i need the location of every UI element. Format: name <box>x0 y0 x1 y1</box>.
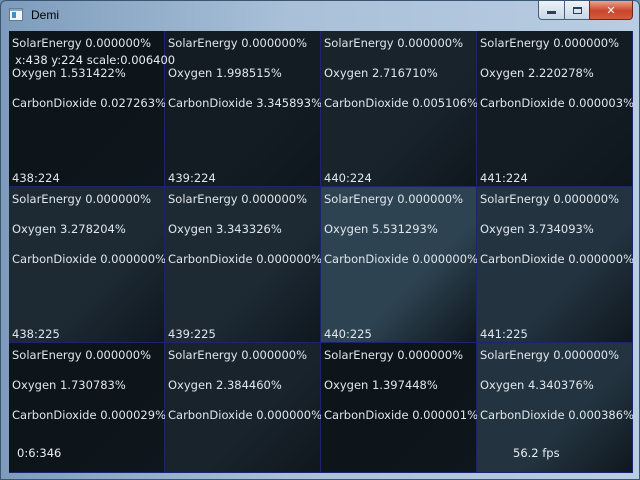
cell-coordinate: 439:225 <box>168 327 216 341</box>
cell-grid: SolarEnergy 0.000000% Oxygen 1.531422% Car… <box>9 31 633 473</box>
solar-energy-value: SolarEnergy 0.000000% <box>324 36 464 50</box>
grid-cell[interactable]: SolarEnergy 0.000000% Oxygen 2.384460% Car… <box>165 343 322 473</box>
simulation-canvas[interactable]: SolarEnergy 0.000000% Oxygen 1.531422% Car… <box>9 31 633 473</box>
oxygen-value: Oxygen 1.397448% <box>324 378 438 392</box>
minimize-icon <box>547 11 556 14</box>
oxygen-value: Oxygen 1.531422% <box>12 66 126 80</box>
grid-cell[interactable]: SolarEnergy 0.000000% Oxygen 3.278204% Car… <box>9 187 166 343</box>
solar-energy-value: SolarEnergy 0.000000% <box>168 192 308 206</box>
oxygen-value: Oxygen 2.716710% <box>324 66 438 80</box>
solar-energy-value: SolarEnergy 0.000000% <box>480 192 620 206</box>
window-title: Demi <box>31 8 60 22</box>
cell-coordinate: 440:224 <box>324 171 372 185</box>
cell-coordinate: 440:225 <box>324 327 372 341</box>
grid-cell[interactable]: SolarEnergy 0.000000% Oxygen 3.734093% Car… <box>477 187 633 343</box>
cell-coordinate: 441:225 <box>480 327 528 341</box>
solar-energy-value: SolarEnergy 0.000000% <box>12 348 152 362</box>
solar-energy-value: SolarEnergy 0.000000% <box>168 348 308 362</box>
cell-coordinate: 441:224 <box>480 171 528 185</box>
close-button[interactable]: ✕ <box>589 1 633 20</box>
carbon-dioxide-value: CarbonDioxide 0.027263% <box>12 96 166 110</box>
cursor-info: x:438 y:224 scale:0.006400 <box>15 53 176 67</box>
grid-cell[interactable]: SolarEnergy 0.000000% Oxygen 2.220278% Car… <box>477 31 633 187</box>
solar-energy-value: SolarEnergy 0.000000% <box>324 348 464 362</box>
grid-cell[interactable]: SolarEnergy 0.000000% Oxygen 3.343326% Car… <box>165 187 322 343</box>
carbon-dioxide-value: CarbonDioxide 0.000000% <box>324 252 478 266</box>
maximize-button[interactable] <box>564 1 589 20</box>
oxygen-value: Oxygen 1.730783% <box>12 378 126 392</box>
title-bar[interactable]: Demi ✕ <box>1 1 639 29</box>
solar-energy-value: SolarEnergy 0.000000% <box>168 36 308 50</box>
grid-cell[interactable]: SolarEnergy 0.000000% Oxygen 5.531293% Car… <box>321 187 478 343</box>
carbon-dioxide-value: CarbonDioxide 0.000001% <box>324 408 478 422</box>
carbon-dioxide-value: CarbonDioxide 0.000000% <box>480 252 633 266</box>
app-window: Demi ✕ SolarEnergy 0.000000% Oxygen 1.531… <box>0 0 640 480</box>
close-icon: ✕ <box>606 3 616 17</box>
carbon-dioxide-value: CarbonDioxide 0.000003% <box>480 96 633 110</box>
fps-counter: 56.2 fps <box>513 446 560 460</box>
maximize-icon <box>572 6 582 14</box>
grid-cell[interactable]: SolarEnergy 0.000000% Oxygen 1.397448% Car… <box>321 343 478 473</box>
oxygen-value: Oxygen 3.278204% <box>12 222 126 236</box>
oxygen-value: Oxygen 1.998515% <box>168 66 282 80</box>
oxygen-value: Oxygen 2.384460% <box>168 378 282 392</box>
carbon-dioxide-value: CarbonDioxide 0.000000% <box>168 408 322 422</box>
grid-cell[interactable]: SolarEnergy 0.000000% Oxygen 2.716710% Car… <box>321 31 478 187</box>
solar-energy-value: SolarEnergy 0.000000% <box>324 192 464 206</box>
carbon-dioxide-value: CarbonDioxide 0.005106% <box>324 96 478 110</box>
carbon-dioxide-value: CarbonDioxide 0.000386% <box>480 408 633 422</box>
oxygen-value: Oxygen 2.220278% <box>480 66 594 80</box>
solar-energy-value: SolarEnergy 0.000000% <box>12 192 152 206</box>
carbon-dioxide-value: CarbonDioxide 0.000029% <box>12 408 166 422</box>
oxygen-value: Oxygen 3.343326% <box>168 222 282 236</box>
cell-coordinate: 439:224 <box>168 171 216 185</box>
elapsed-time: 0:6:346 <box>17 446 62 460</box>
solar-energy-value: SolarEnergy 0.000000% <box>480 36 620 50</box>
carbon-dioxide-value: CarbonDioxide 0.000000% <box>168 252 322 266</box>
app-icon[interactable] <box>9 8 23 21</box>
grid-cell[interactable]: SolarEnergy 0.000000% Oxygen 1.998515% Car… <box>165 31 322 187</box>
cell-coordinate: 438:225 <box>12 327 60 341</box>
oxygen-value: Oxygen 4.340376% <box>480 378 594 392</box>
solar-energy-value: SolarEnergy 0.000000% <box>12 36 152 50</box>
caption-buttons: ✕ <box>538 1 633 21</box>
cell-coordinate: 438:224 <box>12 171 60 185</box>
minimize-button[interactable] <box>538 1 564 20</box>
oxygen-value: Oxygen 5.531293% <box>324 222 438 236</box>
carbon-dioxide-value: CarbonDioxide 0.000000% <box>12 252 166 266</box>
solar-energy-value: SolarEnergy 0.000000% <box>480 348 620 362</box>
oxygen-value: Oxygen 3.734093% <box>480 222 594 236</box>
carbon-dioxide-value: CarbonDioxide 3.345893% <box>168 96 322 110</box>
